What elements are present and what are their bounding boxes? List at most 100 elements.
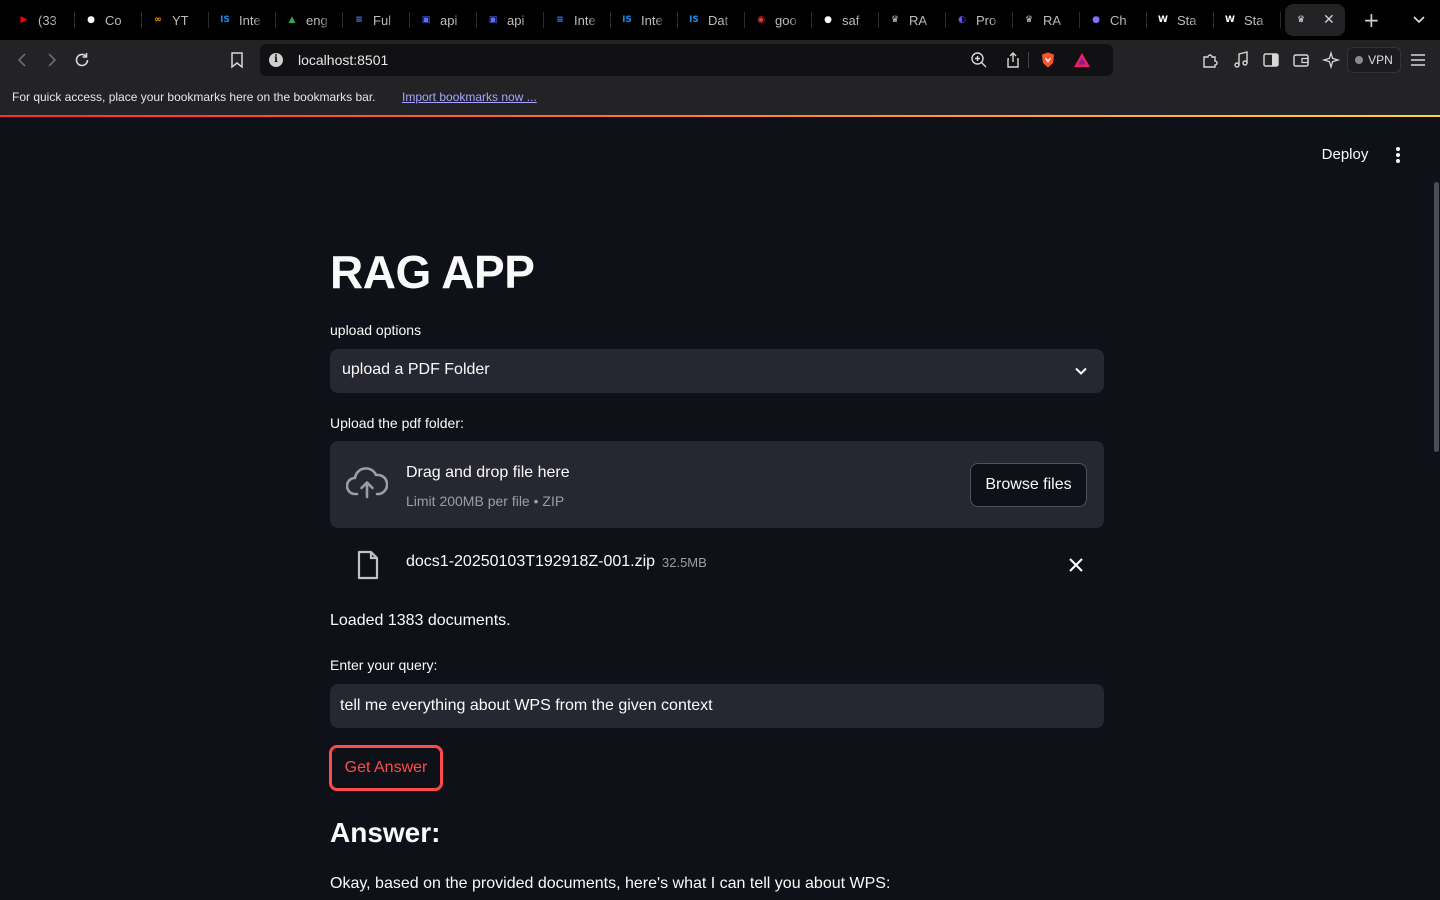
tab-title: api (507, 12, 525, 28)
address-bar[interactable]: i localhost:8501 (260, 44, 1113, 76)
browser-tab[interactable]: ≡ Ful (343, 0, 410, 40)
browser-tab[interactable]: ▣ api (477, 0, 544, 40)
browser-tab[interactable]: ● Co (75, 0, 142, 40)
back-icon[interactable] (12, 50, 32, 70)
upload-options-select[interactable]: upload a PDF Folder (330, 349, 1104, 393)
browser-tab[interactable]: ● Ch (1080, 0, 1147, 40)
infinity-icon: ∞ (154, 15, 162, 25)
answer-heading: Answer: (330, 817, 441, 848)
is-icon: IS (220, 15, 230, 25)
chevron-down-icon (1075, 367, 1087, 375)
github-icon: ● (824, 15, 832, 25)
new-tab-icon[interactable]: + (1363, 8, 1380, 32)
browser-tab[interactable]: ▶ (33 (8, 0, 75, 40)
vpn-button[interactable]: VPN (1347, 47, 1401, 73)
cloud-upload-icon (346, 467, 388, 499)
close-tab-icon[interactable]: ✕ (1323, 12, 1335, 28)
browser-tab[interactable]: IS Dat (678, 0, 745, 40)
music-icon[interactable] (1231, 50, 1251, 70)
dropzone-title: Drag and drop file here (406, 464, 570, 481)
main-menu-icon[interactable] (1387, 145, 1409, 165)
uploaded-file-size: 32.5MB (662, 555, 707, 570)
active-browser-tab[interactable]: ♛ ✕ (1285, 4, 1345, 36)
tab-title: eng (306, 12, 328, 28)
github-icon: ● (87, 15, 95, 25)
extensions-icon[interactable] (1200, 50, 1220, 70)
site-info-icon[interactable]: i (269, 53, 283, 67)
tab-title: Co (105, 12, 122, 28)
get-answer-button[interactable]: Get Answer (329, 745, 443, 791)
is-icon: IS (622, 15, 632, 25)
streamlit-icon: ♛ (1296, 15, 1306, 25)
browser-tab[interactable]: IS Inte (611, 0, 678, 40)
browser-tab[interactable]: ▣ api (410, 0, 477, 40)
page-title: RAG APP (330, 246, 535, 298)
zoom-icon[interactable] (970, 51, 988, 69)
answer-text: Okay, based on the provided documents, h… (330, 875, 891, 892)
app-icon: ▣ (488, 15, 498, 25)
tab-strip: ▶ (33 ● Co ∞ YT IS Inte ▲ eng ≡ Ful ▣ api ▣ api ≡ Inte IS I… (0, 0, 1380, 40)
bookmarks-message: For quick access, place your bookmarks h… (12, 90, 376, 104)
tab-title: Inte (574, 12, 596, 28)
browser-tab[interactable]: W Sta (1147, 0, 1214, 40)
query-input[interactable] (330, 684, 1104, 728)
uploaded-file-row: docs1-20250103T192918Z-001.zip 32.5MB (330, 545, 1104, 585)
import-bookmarks-link[interactable]: Import bookmarks now ... (402, 90, 537, 104)
file-icon (357, 550, 379, 580)
url-divider (1028, 52, 1029, 68)
app-icon: ▣ (421, 15, 431, 25)
browser-tab[interactable]: ♛ RA (1013, 0, 1080, 40)
browser-tab[interactable]: ♛ RA (879, 0, 946, 40)
tab-title: api (440, 12, 458, 28)
streamlit-icon: ♛ (1024, 15, 1034, 25)
deploy-button[interactable]: Deploy (1310, 140, 1380, 170)
url-text[interactable]: localhost:8501 (298, 52, 388, 68)
browser-tab[interactable]: ∞ YT (142, 0, 209, 40)
browser-tab[interactable]: ◉ goo (745, 0, 812, 40)
target-icon: ◉ (757, 15, 765, 25)
docs-icon: ≡ (355, 15, 363, 25)
reload-icon[interactable] (72, 50, 92, 70)
tab-title: Ch (1110, 12, 1127, 28)
tab-title: Dat (708, 12, 729, 28)
upload-options-label: upload options (330, 322, 422, 338)
browser-tab[interactable]: IS Inte (209, 0, 276, 40)
load-status-text: Loaded 1383 documents. (330, 612, 511, 629)
browser-tab-bar: ▶ (33 ● Co ∞ YT IS Inte ▲ eng ≡ Ful ▣ api ▣ api ≡ Inte IS I… (0, 0, 1440, 40)
browser-tab[interactable]: ▲ eng (276, 0, 343, 40)
uploaded-file-name: docs1-20250103T192918Z-001.zip (406, 553, 656, 570)
vpn-label: VPN (1368, 53, 1393, 67)
brave-rewards-icon[interactable] (1073, 51, 1091, 69)
browse-files-button[interactable]: Browse files (970, 463, 1087, 507)
proton-icon: ◐ (958, 15, 966, 25)
remove-file-icon[interactable] (1066, 555, 1086, 575)
file-dropzone[interactable]: Drag and drop file here Limit 200MB per … (330, 441, 1104, 528)
bookmark-icon[interactable] (227, 50, 247, 70)
upload-folder-label: Upload the pdf folder: (330, 415, 464, 431)
browser-tab[interactable]: ≡ Inte (544, 0, 611, 40)
wallet-icon[interactable] (1291, 50, 1311, 70)
forward-icon[interactable] (42, 50, 62, 70)
tab-title: YT (172, 12, 189, 28)
tab-title: Pro (976, 12, 997, 28)
share-icon[interactable] (1004, 51, 1022, 69)
browser-tab[interactable]: ◐ Pro (946, 0, 1013, 40)
drive-icon: ▲ (288, 15, 296, 25)
brave-shields-icon[interactable] (1039, 51, 1057, 69)
sidebar-icon[interactable] (1261, 50, 1281, 70)
streamlit-icon: ♛ (890, 15, 900, 25)
streamlit-header-decoration (0, 115, 1440, 117)
scrollbar[interactable] (1434, 182, 1439, 452)
query-label: Enter your query: (330, 657, 438, 673)
leo-ai-icon[interactable] (1321, 50, 1341, 70)
tab-title: RA (1043, 12, 1062, 28)
tab-list-chevron-icon[interactable] (1412, 12, 1426, 26)
docs-icon: ≡ (556, 15, 564, 25)
tab-title: Sta (1177, 12, 1197, 28)
browser-tab[interactable]: ● saf (812, 0, 879, 40)
tab-title: saf (842, 12, 860, 28)
menu-icon[interactable] (1408, 50, 1428, 70)
browser-tab[interactable]: W Sta (1214, 0, 1281, 40)
selected-upload-option: upload a PDF Folder (342, 361, 490, 378)
tab-title: Sta (1244, 12, 1264, 28)
